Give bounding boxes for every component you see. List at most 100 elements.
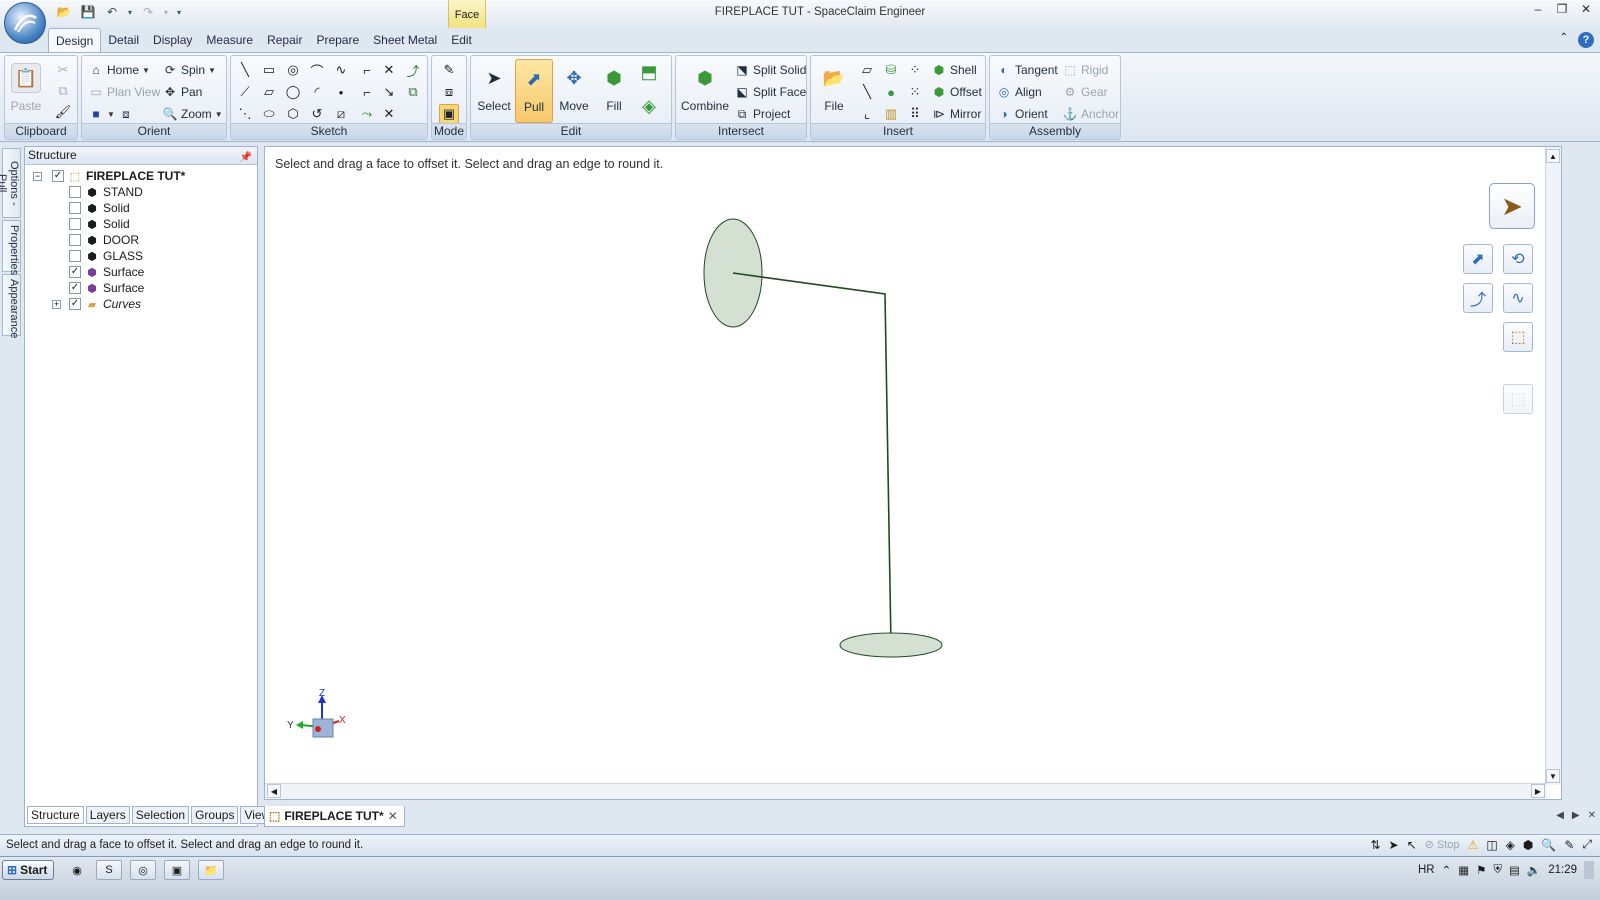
document-tab[interactable]: ⬚ FIREPLACE TUT* ✕: [264, 806, 405, 827]
ellipse-tool-icon[interactable]: ⬭: [259, 104, 279, 124]
tab-detail[interactable]: Detail: [101, 28, 146, 52]
selection-filter-icon[interactable]: ⇅: [1370, 838, 1380, 852]
tab-selection[interactable]: Selection: [131, 806, 190, 824]
tab-prepare[interactable]: Prepare: [309, 28, 366, 52]
next-doc-icon[interactable]: ▶: [1572, 810, 1580, 821]
line-tool-icon[interactable]: ╲: [235, 60, 255, 80]
spin-button[interactable]: ⟳ Spin ▼: [162, 60, 216, 80]
zoom-button[interactable]: 🔍 Zoom ▼: [162, 104, 223, 124]
full-pull-guide-icon[interactable]: ⬚: [1503, 322, 1533, 352]
tangent-button[interactable]: ◐ Tangent: [996, 60, 1057, 80]
options-pull-tab[interactable]: Options - Pull: [0, 148, 21, 218]
format-painter-icon[interactable]: 🖌: [53, 102, 73, 122]
fillet-tool-icon[interactable]: ⌐: [357, 82, 377, 102]
minimize-icon[interactable]: –: [1530, 2, 1546, 18]
3d-mode-icon[interactable]: ▣: [439, 104, 459, 124]
vertical-scrollbar[interactable]: ▲ ▼: [1545, 147, 1561, 785]
app-tray-icon[interactable]: ▤: [1509, 863, 1520, 877]
shell-body-icon[interactable]: ▥: [881, 104, 901, 124]
point-tool-icon[interactable]: •: [331, 82, 351, 102]
scroll-right-icon[interactable]: ▶: [1531, 784, 1545, 798]
replace-face-icon[interactable]: ⬒: [639, 62, 659, 82]
grid-pattern-icon[interactable]: ⠿: [905, 104, 925, 124]
visibility-checkbox[interactable]: ✓: [69, 266, 81, 278]
pan-button[interactable]: ✥ Pan: [162, 82, 202, 102]
construction-line-icon[interactable]: ⋱: [235, 104, 255, 124]
pull-button[interactable]: ⬈ Pull: [515, 59, 553, 123]
app-taskbar-icon[interactable]: ◎: [130, 860, 156, 880]
security-icon[interactable]: ⛨: [1493, 864, 1502, 877]
rectangle-tool-icon[interactable]: ▭: [259, 60, 279, 80]
select-tool-guide[interactable]: ➤: [1489, 183, 1535, 229]
origin-icon[interactable]: ⌞: [857, 104, 877, 124]
home-button[interactable]: ⌂ Home ▼: [88, 60, 150, 80]
expand-icon[interactable]: +: [52, 299, 61, 309]
intersect-curve-icon[interactable]: ✕: [379, 104, 399, 124]
gear-button[interactable]: ⚙ Gear: [1062, 82, 1108, 102]
fill-button[interactable]: ⬢ Fill: [595, 59, 633, 123]
pattern-icon[interactable]: ⁘: [905, 60, 925, 80]
trim-tool-icon[interactable]: ✕: [379, 60, 399, 80]
action-center-flag-icon[interactable]: ⚑: [1476, 863, 1486, 877]
warning-icon[interactable]: ⚠: [1468, 838, 1479, 852]
network-icon[interactable]: ▦: [1458, 863, 1469, 877]
base-disc-surface[interactable]: [839, 632, 943, 658]
tree-item[interactable]: ⬢ Solid: [69, 216, 130, 232]
prev-doc-icon[interactable]: ◀: [1556, 810, 1564, 821]
close-tab-icon[interactable]: ✕: [388, 809, 398, 823]
app-logo-icon[interactable]: [4, 2, 46, 44]
sweep-arc-icon[interactable]: ↺: [307, 104, 327, 124]
visibility-checkbox[interactable]: ✓: [69, 282, 81, 294]
explorer-taskbar-icon[interactable]: 📁: [198, 860, 224, 880]
tab-sheet-metal[interactable]: Sheet Metal: [366, 28, 444, 52]
polygon-tool-icon[interactable]: ⬡: [283, 104, 303, 124]
view-cube-button[interactable]: ■ ▼ ⧈: [88, 104, 134, 124]
sweep-guide-icon[interactable]: ∿: [1503, 283, 1533, 313]
tree-item[interactable]: ⬢ Solid: [69, 200, 130, 216]
view-options-icon[interactable]: ◫: [1486, 838, 1497, 852]
visibility-checkbox[interactable]: [69, 202, 81, 214]
collapse-ribbon-icon[interactable]: ⌃: [1560, 32, 1568, 48]
spaceclaim-taskbar-icon[interactable]: S: [96, 860, 122, 880]
tray-expand-icon[interactable]: ⌃: [1442, 863, 1452, 877]
arc-3pt-icon[interactable]: ◜: [307, 82, 327, 102]
display-style-icon[interactable]: ◈: [1506, 838, 1515, 852]
circle-3pt-icon[interactable]: ◯: [283, 82, 303, 102]
offset-button[interactable]: ⬢ Offset: [931, 82, 982, 102]
sketch-status-icon[interactable]: ✎: [1564, 838, 1574, 852]
select-mode-icon[interactable]: ↖: [1407, 838, 1417, 852]
close-doc-icon[interactable]: ✕: [1588, 810, 1596, 821]
measure-status-icon[interactable]: ⤢: [1582, 837, 1592, 852]
plane-icon[interactable]: ▱: [857, 60, 877, 80]
tangent-line-icon[interactable]: ⟋: [235, 82, 255, 102]
offset-curve-icon[interactable]: ⧉: [403, 82, 423, 102]
restore-icon[interactable]: ❐: [1554, 2, 1570, 18]
split-face-button[interactable]: ⬕ Split Face: [734, 82, 806, 102]
pin-icon[interactable]: 📌: [240, 149, 252, 166]
horizontal-scrollbar[interactable]: ◀ ▶: [265, 783, 1547, 799]
visibility-checkbox[interactable]: [69, 218, 81, 230]
plan-view-button[interactable]: ▭ Plan View: [88, 82, 160, 102]
tab-design[interactable]: Design: [48, 28, 102, 52]
chrome-taskbar-icon[interactable]: ◉: [64, 860, 90, 880]
visibility-checkbox[interactable]: ✓: [52, 170, 64, 182]
axis-icon[interactable]: ╲: [857, 82, 877, 102]
render-icon[interactable]: ⬢: [1523, 838, 1533, 852]
scroll-up-icon[interactable]: ▲: [1546, 149, 1560, 163]
paste-button[interactable]: 📋 Paste: [7, 59, 45, 123]
visibility-checkbox[interactable]: [69, 250, 81, 262]
spline-tool-icon[interactable]: ∿: [331, 60, 351, 80]
tab-repair[interactable]: Repair: [260, 28, 309, 52]
tree-item[interactable]: ✓ ⬢ Surface: [69, 264, 144, 280]
pull-direction-guide-icon[interactable]: ⬈: [1463, 244, 1493, 274]
visibility-checkbox[interactable]: [69, 186, 81, 198]
section-mode-icon[interactable]: ⧈: [439, 82, 459, 102]
clock[interactable]: 21:29: [1548, 864, 1577, 876]
tree-item[interactable]: ⬢ STAND: [69, 184, 143, 200]
extend-tool-icon[interactable]: ↘: [379, 82, 399, 102]
help-icon[interactable]: ?: [1578, 32, 1594, 48]
collapse-icon[interactable]: −: [33, 171, 42, 181]
close-icon[interactable]: ✕: [1578, 2, 1594, 18]
scene-canvas[interactable]: Z Y X: [265, 147, 1547, 785]
split-curve-icon[interactable]: ⤳: [357, 104, 377, 124]
